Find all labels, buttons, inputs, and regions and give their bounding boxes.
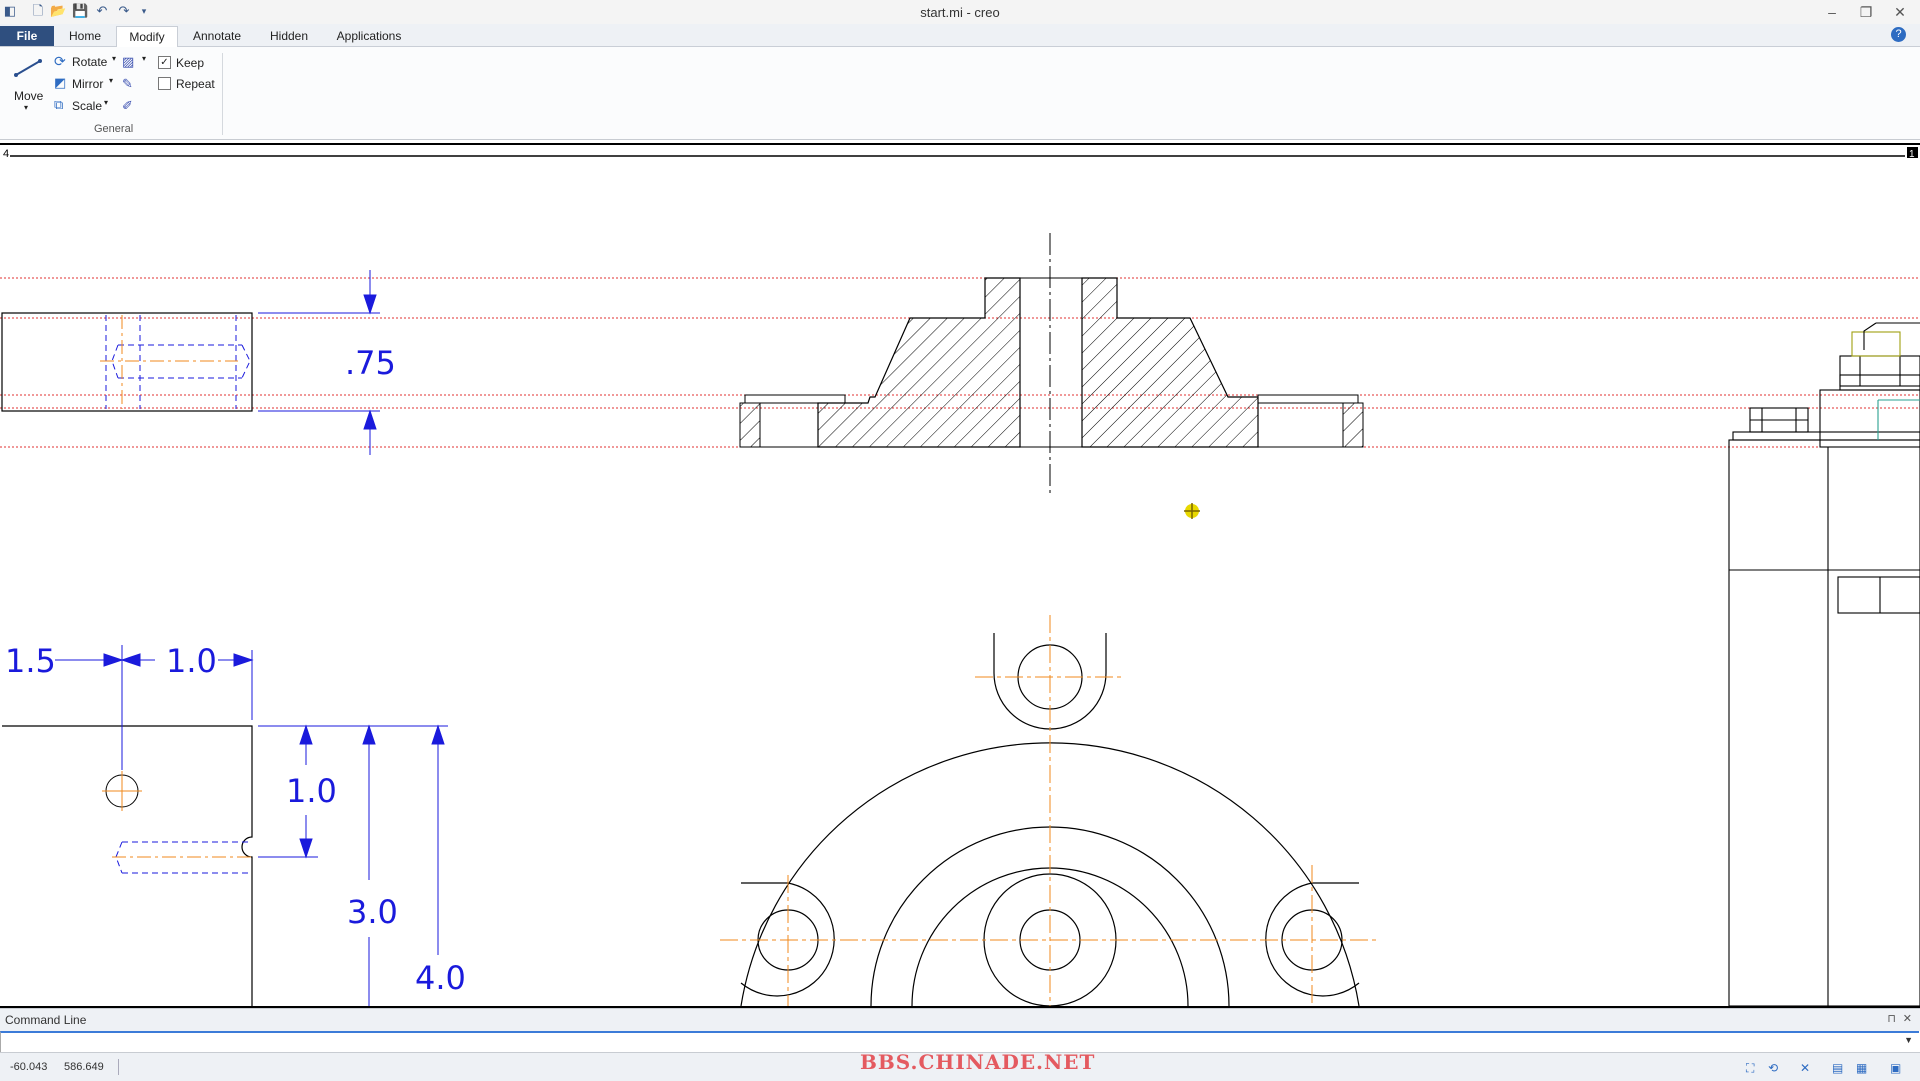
zoom-fit-icon[interactable]: ⛶ bbox=[1746, 1061, 1760, 1075]
ribbon-panel: Move ▾ ⟳ Rotate ▾ ◩ Mirror ▾ ⧉ Scale ▾ ▨… bbox=[0, 47, 1920, 140]
mirror-dropdown-icon: ▾ bbox=[109, 76, 114, 85]
keep-check-mark: ✓ bbox=[158, 56, 171, 69]
mirror-label: Mirror bbox=[72, 77, 104, 91]
move-dropdown-icon[interactable]: ▾ bbox=[24, 103, 28, 112]
help-icon[interactable]: ? bbox=[1891, 27, 1906, 42]
tab-file[interactable]: File bbox=[0, 26, 54, 46]
repeat-check-box bbox=[158, 77, 171, 90]
dimension-10-vertical-text: 1.0 bbox=[286, 772, 337, 810]
mirror-icon: ◩ bbox=[54, 75, 67, 90]
grid-icon[interactable]: ▦ bbox=[1856, 1061, 1870, 1075]
title-bar: ◧ 🗋 📂 💾 ↶ ↷ ▾ start.mi - creo – ❐ ✕ bbox=[0, 0, 1920, 24]
mirror-button[interactable]: ◩ Mirror ▾ bbox=[52, 74, 122, 92]
hatch-icon[interactable]: ▨ bbox=[122, 54, 138, 70]
keep-checkbox[interactable]: ✓ Keep bbox=[158, 55, 218, 71]
pin-icon[interactable]: ⊓ bbox=[1887, 1012, 1896, 1025]
cursor-crosshair-icon bbox=[1184, 503, 1200, 519]
watermark-text: BBS.CHINADE.NET bbox=[860, 1050, 1096, 1074]
status-divider bbox=[118, 1059, 119, 1075]
scale-dropdown-icon: ▾ bbox=[104, 98, 109, 107]
scale-icon: ⧉ bbox=[54, 97, 64, 112]
section-view bbox=[739, 233, 1364, 495]
dimension-10-horizontal-text: 1.0 bbox=[166, 642, 217, 680]
window-layout-icon[interactable]: ▣ bbox=[1890, 1061, 1904, 1075]
side-view-bottom bbox=[2, 725, 253, 1006]
rotate-label: Rotate bbox=[72, 55, 108, 69]
drawing-canvas[interactable]: 4 1 .75 1.5 1.0 1.0 3.0 4.0 bbox=[0, 143, 1920, 1008]
tab-applications[interactable]: Applications bbox=[328, 26, 410, 46]
window-title: start.mi - creo bbox=[920, 5, 1000, 20]
dimension-horizontal[interactable] bbox=[55, 645, 254, 770]
layers-icon[interactable]: ▤ bbox=[1832, 1061, 1846, 1075]
move-label: Move bbox=[14, 89, 44, 103]
minimize-icon[interactable]: – bbox=[1820, 2, 1844, 22]
command-line-label: Command Line bbox=[5, 1013, 87, 1027]
drawing-svg[interactable]: 4 1 .75 1.5 1.0 1.0 3.0 4.0 bbox=[0, 145, 1920, 1006]
group-label-general: General bbox=[94, 123, 134, 135]
assembly-view-right bbox=[1728, 322, 1920, 1006]
sheet-left-label: 4 bbox=[3, 148, 9, 160]
tab-hidden[interactable]: Hidden bbox=[262, 26, 316, 46]
move-icon bbox=[14, 59, 42, 77]
plan-centerlines bbox=[720, 615, 1380, 1006]
edit-attributes-icon[interactable]: ✐ bbox=[122, 98, 138, 114]
snap-icon[interactable]: ✕ bbox=[1800, 1061, 1814, 1075]
dimension-30-text: 3.0 bbox=[347, 893, 398, 931]
scale-label: Scale bbox=[72, 99, 103, 113]
group-separator bbox=[222, 53, 223, 135]
command-history-dropdown-icon[interactable]: ▼ bbox=[1904, 1035, 1913, 1045]
repeat-checkbox[interactable]: Repeat bbox=[158, 76, 222, 92]
close-panel-icon[interactable]: ✕ bbox=[1903, 1012, 1912, 1025]
tab-annotate[interactable]: Annotate bbox=[184, 26, 250, 46]
ribbon-tabs: File Home Modify Annotate Hidden Applica… bbox=[0, 24, 1920, 48]
hatch-dropdown-icon[interactable]: ▾ bbox=[142, 54, 146, 63]
modify-entity-icon[interactable]: ✎ bbox=[122, 76, 138, 92]
orbit-icon[interactable]: ⟲ bbox=[1768, 1061, 1782, 1075]
rotate-dropdown-icon: ▾ bbox=[112, 54, 117, 63]
move-button[interactable]: Move ▾ bbox=[10, 53, 46, 113]
tab-modify[interactable]: Modify bbox=[116, 26, 178, 48]
command-line-header: Command Line ⊓ ✕ bbox=[0, 1008, 1920, 1031]
dimension-15-text: 1.5 bbox=[5, 642, 56, 680]
rotate-icon: ⟳ bbox=[54, 53, 66, 69]
keep-label: Keep bbox=[176, 56, 205, 70]
tab-home[interactable]: Home bbox=[60, 26, 110, 46]
dimension-40-text: 4.0 bbox=[415, 959, 466, 997]
close-icon[interactable]: ✕ bbox=[1888, 2, 1912, 22]
coord-y: 586.649 bbox=[64, 1061, 104, 1073]
restore-icon[interactable]: ❐ bbox=[1854, 2, 1878, 22]
repeat-label: Repeat bbox=[176, 77, 215, 91]
scale-button[interactable]: ⧉ Scale ▾ bbox=[52, 96, 122, 114]
rotate-button[interactable]: ⟳ Rotate ▾ bbox=[52, 52, 122, 70]
coord-x: -60.043 bbox=[10, 1061, 48, 1073]
dimension-075-text: .75 bbox=[345, 344, 396, 382]
sheet-right-label: 1 bbox=[1909, 149, 1915, 160]
side-view-top bbox=[1, 312, 253, 412]
